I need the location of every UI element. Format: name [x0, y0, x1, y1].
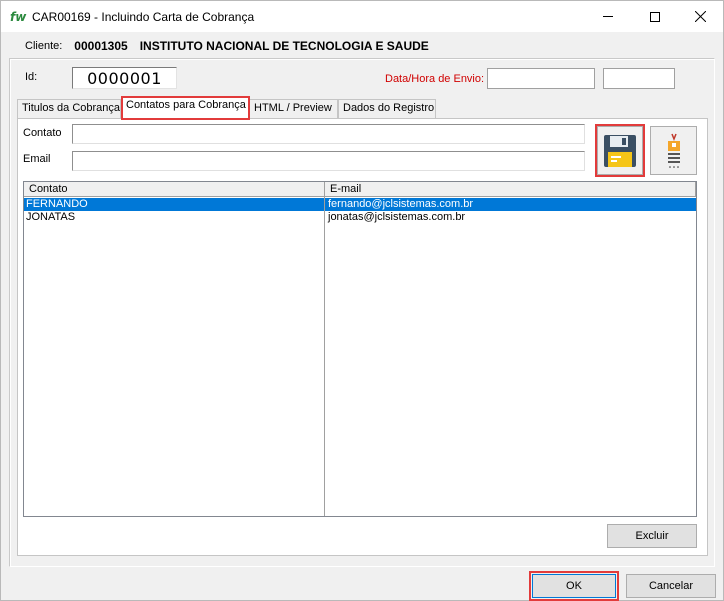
tab-html-preview[interactable]: HTML / Preview: [249, 99, 338, 118]
app-logo-icon: fw: [10, 9, 27, 24]
column-divider: [324, 197, 325, 516]
contact-name-cell: JONATAS: [26, 211, 76, 223]
tab-contatos-cobranca[interactable]: Contatos para Cobrança: [121, 96, 249, 118]
send-datetime-label: Data/Hora de Envio:: [385, 73, 485, 85]
maximize-button[interactable]: [632, 1, 678, 32]
id-field: 0000001: [72, 67, 177, 89]
save-contact-button[interactable]: [595, 124, 645, 177]
send-time-field[interactable]: [603, 68, 675, 89]
email-input[interactable]: [72, 151, 585, 171]
tab-label: Contatos para Cobrança: [126, 99, 246, 111]
contato-label: Contato: [23, 127, 62, 139]
tab-titulos-cobranca[interactable]: Titulos da Cobrança: [17, 99, 121, 118]
contact-email-cell: jonatas@jclsistemas.com.br: [328, 211, 466, 223]
maximize-icon: [650, 11, 660, 22]
title-bar: fw CAR00169 - Incluindo Carta de Cobranç…: [1, 1, 723, 32]
id-badge-icon: [667, 133, 680, 168]
delete-button[interactable]: Excluir: [607, 524, 697, 548]
contact-name-cell: FERNANDO: [26, 198, 88, 210]
contacts-grid[interactable]: Contato E-mail FERNANDO fernando@jclsist…: [23, 181, 697, 517]
minimize-icon: [603, 16, 613, 17]
client-name: INSTITUTO NACIONAL DE TECNOLOGIA E SAUDE: [139, 39, 429, 53]
send-date-field[interactable]: [487, 68, 595, 89]
client-label: Cliente:: [25, 40, 63, 52]
contato-input[interactable]: [72, 124, 585, 144]
tab-dados-registro[interactable]: Dados do Registro: [338, 99, 436, 118]
tab-label: Dados do Registro: [343, 102, 435, 114]
window-title: CAR00169 - Incluindo Carta de Cobrança: [32, 9, 255, 24]
minimize-button[interactable]: [585, 1, 631, 32]
table-row[interactable]: JONATAS jonatas@jclsistemas.com.br: [24, 211, 696, 224]
column-header-contato[interactable]: Contato: [24, 182, 325, 197]
email-label: Email: [23, 153, 51, 165]
client-code: 00001305: [74, 39, 128, 53]
contact-lookup-button[interactable]: [650, 126, 697, 175]
close-icon: [694, 11, 706, 22]
column-header-email[interactable]: E-mail: [325, 182, 696, 197]
grid-header: Contato E-mail: [24, 182, 696, 197]
tab-label: Titulos da Cobrança: [22, 102, 121, 114]
table-row[interactable]: FERNANDO fernando@jclsistemas.com.br: [24, 198, 696, 211]
tab-label: HTML / Preview: [254, 102, 332, 114]
close-button[interactable]: [677, 1, 723, 32]
ok-button[interactable]: OK: [532, 574, 616, 598]
cancel-button[interactable]: Cancelar: [626, 574, 716, 598]
dialog-window: fw CAR00169 - Incluindo Carta de Cobranç…: [0, 0, 724, 601]
contact-email-cell: fernando@jclsistemas.com.br: [328, 198, 474, 210]
floppy-disk-icon: [604, 134, 636, 167]
id-label: Id:: [25, 71, 38, 83]
client-row: Cliente: 00001305 INSTITUTO NACIONAL DE …: [1, 35, 721, 57]
